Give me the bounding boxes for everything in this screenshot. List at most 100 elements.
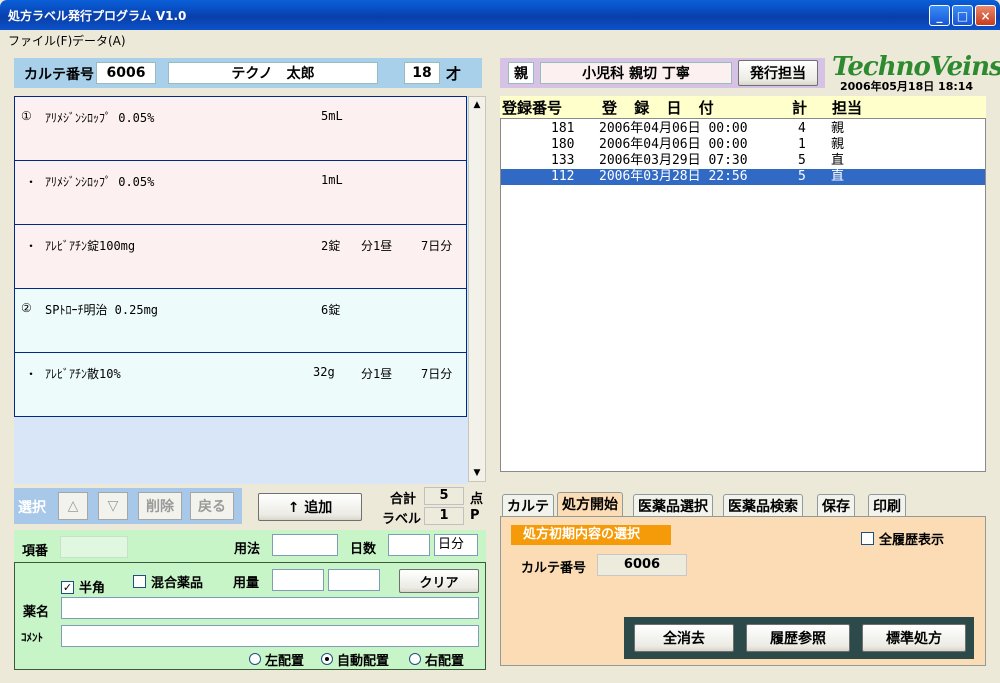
row-no: 181 xyxy=(551,121,575,136)
usage-field[interactable] xyxy=(272,534,338,556)
drug-name-field[interactable] xyxy=(61,597,479,619)
label-count-value: 1 xyxy=(424,507,464,525)
list-scrollbar[interactable]: ▲ ▼ xyxy=(468,96,486,482)
col-count: 計 xyxy=(792,99,808,117)
dose-field-1[interactable] xyxy=(272,569,324,591)
mixed-label: 混合薬品 xyxy=(151,576,204,591)
dose-field-2[interactable] xyxy=(328,569,380,591)
prescription-list: ① ｱﾘﾒｼﾞﾝｼﾛｯﾌﾟ 0.05% 5mL ・ ｱﾘﾒｼﾞﾝｼﾛｯﾌﾟ 0.… xyxy=(14,96,468,484)
tab-drug-select[interactable]: 医薬品選択 xyxy=(633,494,713,516)
tab-prescription-start[interactable]: 処方開始 xyxy=(557,492,623,517)
tab-save[interactable]: 保存 xyxy=(817,494,855,516)
action-buttons-band: 全消去 履歴参照 標準処方 xyxy=(624,617,974,659)
rx-mark: ・ xyxy=(25,239,38,253)
tab-drug-search[interactable]: 医薬品検索 xyxy=(723,494,803,516)
item-no-label: 項番 xyxy=(22,544,49,559)
department-name: 小児科 親切 丁寧 xyxy=(540,62,732,84)
row-no: 133 xyxy=(551,153,575,168)
row-staff: 直 xyxy=(831,169,845,184)
row-date: 2006年04月06日 00:00 xyxy=(599,121,748,136)
row-date: 2006年03月28日 22:56 xyxy=(599,169,748,184)
clear-button[interactable]: クリア xyxy=(399,569,479,593)
age-unit: 才 xyxy=(446,65,462,83)
panel-karte-label: カルテ番号 xyxy=(521,561,587,576)
row-staff: 親 xyxy=(831,121,845,136)
registry-header: 登録番号 登 録 日 付 計 担当 xyxy=(500,96,986,118)
selection-toolbar: 選択 △ ▽ 削除 戻る xyxy=(14,488,242,524)
drug-entry-panel: ✓ 半角 混合薬品 用量 クリア 薬名 ｺﾒﾝﾄ 左配置 自動配置 右配置 xyxy=(14,562,486,670)
delete-button[interactable]: 削除 xyxy=(138,492,182,520)
close-button[interactable]: × xyxy=(975,5,996,26)
show-all-label: 全履歴表示 xyxy=(879,533,945,548)
rx-drug: ｱﾚﾋﾞｱﾁﾝ散10% xyxy=(45,367,121,381)
issuer-band: 親 小児科 親切 丁寧 発行担当 xyxy=(500,58,825,88)
rx-drug: ｱﾘﾒｼﾞﾝｼﾛｯﾌﾟ 0.05% xyxy=(45,175,155,189)
rx-amount: 5mL xyxy=(321,109,343,123)
row-date: 2006年03月29日 07:30 xyxy=(599,153,748,168)
list-item[interactable]: ・ ｱﾚﾋﾞｱﾁﾝ錠100mg 2錠 分1昼 7日分 xyxy=(14,224,467,289)
dose-label: 用量 xyxy=(233,576,260,591)
rx-amount: 1mL xyxy=(321,173,343,187)
row-date: 2006年04月06日 00:00 xyxy=(599,137,748,152)
list-item[interactable]: ① ｱﾘﾒｼﾞﾝｼﾛｯﾌﾟ 0.05% 5mL xyxy=(14,96,467,161)
list-item[interactable]: ・ ｱﾚﾋﾞｱﾁﾝ散10% 32g 分1昼 7日分 xyxy=(14,352,467,417)
minimize-button[interactable]: _ xyxy=(929,5,950,26)
row-count: 4 xyxy=(798,121,806,136)
rx-usage: 分1昼 xyxy=(361,239,393,253)
menu-file[interactable]: ファイル(F) xyxy=(8,32,72,49)
table-row[interactable]: 112 2006年03月28日 22:56 5 直 xyxy=(501,169,985,185)
scroll-up-icon[interactable]: ▲ xyxy=(469,97,485,113)
show-all-checkbox[interactable] xyxy=(861,532,874,545)
tab-karte[interactable]: カルテ xyxy=(502,494,554,516)
mixed-checkbox[interactable] xyxy=(133,575,146,588)
move-down-button[interactable]: ▽ xyxy=(98,492,128,520)
label-count-unit: P xyxy=(470,508,480,523)
list-item[interactable]: ・ ｱﾘﾒｼﾞﾝｼﾛｯﾌﾟ 0.05% 1mL xyxy=(14,160,467,225)
tab-print[interactable]: 印刷 xyxy=(868,494,906,516)
days-label: 日数 xyxy=(350,542,377,557)
halfwidth-label: 半角 xyxy=(79,581,106,596)
label-count-label: ラベル xyxy=(382,512,422,527)
row-no: 180 xyxy=(551,137,575,152)
clear-all-button[interactable]: 全消去 xyxy=(634,624,734,652)
menu-bar xyxy=(0,30,1000,50)
table-row[interactable]: 180 2006年04月06日 00:00 1 親 xyxy=(501,137,985,153)
align-auto-radio[interactable] xyxy=(321,653,333,665)
row-count: 1 xyxy=(798,137,806,152)
table-row[interactable]: 181 2006年04月06日 00:00 4 親 xyxy=(501,121,985,137)
back-button[interactable]: 戻る xyxy=(190,492,234,520)
issuer-button[interactable]: 発行担当 xyxy=(738,60,818,86)
scroll-down-icon[interactable]: ▼ xyxy=(469,465,485,481)
list-item[interactable]: ② SPﾄﾛｰﾁ明治 0.25mg 6錠 xyxy=(14,288,467,353)
align-left-radio[interactable] xyxy=(249,653,261,665)
usage-row: 項番 用法 日数 日分 xyxy=(14,530,486,562)
align-right-radio[interactable] xyxy=(409,653,421,665)
move-up-button[interactable]: △ xyxy=(58,492,88,520)
rx-drug: SPﾄﾛｰﾁ明治 0.25mg xyxy=(45,303,159,317)
menu-data[interactable]: データ(A) xyxy=(72,32,126,49)
rx-amount: 32g xyxy=(313,365,335,379)
select-label: 選択 xyxy=(18,500,46,516)
add-button[interactable]: ↑ 追加 xyxy=(258,493,362,521)
comment-label: ｺﾒﾝﾄ xyxy=(21,631,43,644)
rx-mark: ① xyxy=(21,109,32,123)
table-row[interactable]: 133 2006年03月29日 07:30 5 直 xyxy=(501,153,985,169)
comment-field[interactable] xyxy=(61,625,479,647)
align-left-label: 左配置 xyxy=(265,654,305,669)
window-title: 処方ラベル発行プログラム V1.0 xyxy=(8,9,187,23)
rx-days: 7日分 xyxy=(421,367,453,381)
days-field[interactable] xyxy=(388,534,430,556)
rx-drug: ｱﾘﾒｼﾞﾝｼﾛｯﾌﾟ 0.05% xyxy=(45,111,155,125)
col-reg-date: 登 録 日 付 xyxy=(602,99,720,117)
maximize-button[interactable]: □ xyxy=(952,5,973,26)
rx-drug: ｱﾚﾋﾞｱﾁﾝ錠100mg xyxy=(45,239,136,253)
row-count: 5 xyxy=(798,169,806,184)
standard-rx-button[interactable]: 標準処方 xyxy=(862,624,966,652)
panel-karte-number: 6006 xyxy=(597,554,687,576)
item-no-field[interactable] xyxy=(60,536,128,558)
halfwidth-checkbox[interactable]: ✓ xyxy=(61,581,74,594)
history-button[interactable]: 履歴参照 xyxy=(746,624,850,652)
datetime: 2006年05月18日 18:14 xyxy=(840,80,974,93)
row-no: 112 xyxy=(551,169,575,184)
rx-mark: ・ xyxy=(25,367,38,381)
